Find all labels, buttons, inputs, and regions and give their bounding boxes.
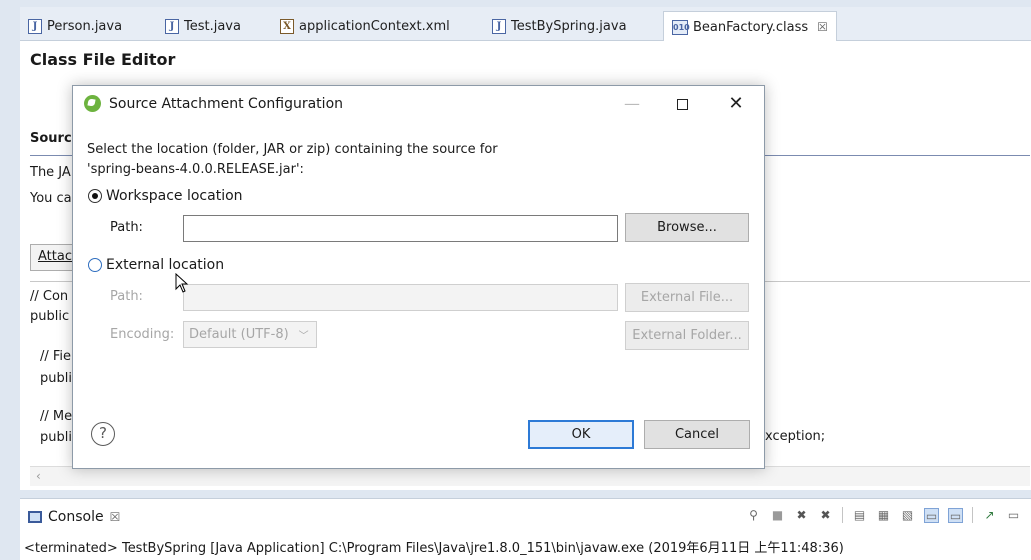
- class-file-icon: 010: [672, 19, 690, 35]
- code-line: // Fie: [40, 349, 72, 364]
- tab-label: BeanFactory.class: [693, 19, 809, 35]
- spring-leaf-icon: [84, 95, 101, 112]
- radio-checked-icon: [88, 189, 102, 203]
- dialog-description-jar: 'spring-beans-4.0.0.RELEASE.jar':: [87, 162, 304, 177]
- editor-info-line: The JA: [30, 165, 71, 180]
- java-file-icon: J: [165, 18, 179, 34]
- console-icon: [28, 511, 42, 523]
- show-on-stderr-icon[interactable]: ▭: [948, 507, 963, 523]
- code-line-tail: xception;: [765, 429, 826, 444]
- external-location-label: External location: [106, 257, 225, 273]
- console-tab-label: Console: [48, 509, 104, 525]
- dialog-title: Source Attachment Configuration: [109, 96, 344, 112]
- code-line: // Con: [30, 289, 69, 304]
- java-file-icon: J: [492, 18, 506, 34]
- console-toolbar: ⚲ ■ ✖ ✖ ▤ ▦ ▧ ▭ ▭ ↗ ▭: [746, 507, 1021, 523]
- encoding-select[interactable]: Default (UTF-8) ﹀: [183, 321, 317, 348]
- tab-label: Test.java: [184, 18, 241, 34]
- tab-label: Person.java: [47, 18, 123, 34]
- external-file-button[interactable]: External File...: [625, 283, 749, 312]
- path-label: Path:: [110, 220, 143, 235]
- code-line: // Me: [40, 409, 73, 424]
- mouse-pointer-icon: [175, 273, 189, 293]
- tab-test-java[interactable]: J Test.java: [165, 11, 241, 41]
- external-location-radio[interactable]: External location: [88, 257, 224, 273]
- dialog-description: Select the location (folder, JAR or zip)…: [87, 142, 498, 157]
- tab-label: TestBySpring.java: [511, 18, 627, 34]
- browse-button[interactable]: Browse...: [625, 213, 749, 242]
- minimize-icon[interactable]: —: [610, 91, 654, 117]
- close-icon[interactable]: ✕: [714, 91, 758, 117]
- tab-person-java[interactable]: J Person.java: [28, 11, 122, 41]
- tab-console[interactable]: Console ☒: [28, 509, 120, 525]
- editor-tab-bar: J Person.java J Test.java X applicationC…: [20, 7, 1031, 42]
- display-selected-console-icon[interactable]: ▭: [1006, 508, 1021, 523]
- chevron-down-icon: ﹀: [298, 331, 309, 342]
- dialog-title-bar: Source Attachment Configuration — ✕: [73, 86, 764, 122]
- console-view: Console ☒ ⚲ ■ ✖ ✖ ▤ ▦ ▧ ▭ ▭ ↗ ▭ <termina…: [20, 498, 1031, 560]
- cancel-button[interactable]: Cancel: [644, 420, 750, 449]
- external-folder-button[interactable]: External Folder...: [625, 321, 749, 350]
- clear-console-icon[interactable]: ▤: [852, 508, 867, 523]
- editor-title: Class File Editor: [30, 50, 176, 69]
- code-line: public: [30, 309, 70, 324]
- code-line: publi: [40, 430, 72, 445]
- remove-all-launches-icon[interactable]: ✖: [818, 508, 833, 523]
- tab-label: applicationContext.xml: [299, 18, 450, 34]
- workspace-path-field[interactable]: [183, 215, 618, 242]
- tab-bean-factory-class[interactable]: 010 BeanFactory.class ☒: [663, 11, 837, 42]
- console-tab-close-icon[interactable]: ☒: [110, 510, 121, 524]
- toolbar-separator: [972, 507, 973, 523]
- horizontal-scrollbar[interactable]: ‹: [30, 466, 1030, 486]
- code-line: publi: [40, 371, 72, 386]
- workspace-location-radio[interactable]: Workspace location: [88, 188, 243, 204]
- help-icon[interactable]: ?: [91, 422, 115, 446]
- editor-info-line: You ca: [30, 191, 72, 206]
- show-on-stdout-icon[interactable]: ▭: [924, 507, 939, 523]
- console-status: <terminated> TestBySpring [Java Applicat…: [24, 541, 844, 556]
- terminate-icon[interactable]: ■: [770, 508, 785, 523]
- xml-file-icon: X: [280, 18, 294, 34]
- external-path-field[interactable]: [183, 284, 618, 311]
- open-console-icon[interactable]: ↗: [982, 508, 997, 523]
- toolbar-separator: [842, 507, 843, 523]
- pin-console-icon[interactable]: ⚲: [746, 508, 761, 523]
- tab-application-context-xml[interactable]: X applicationContext.xml: [280, 11, 450, 41]
- workspace-location-label: Workspace location: [106, 188, 243, 204]
- scroll-lock-icon[interactable]: ▦: [876, 508, 891, 523]
- java-file-icon: J: [28, 18, 42, 34]
- remove-launch-icon[interactable]: ✖: [794, 508, 809, 523]
- encoding-label: Encoding:: [110, 327, 175, 342]
- encoding-value: Default (UTF-8): [189, 327, 289, 342]
- scroll-left-arrow-icon[interactable]: ‹: [36, 469, 41, 483]
- tab-test-by-spring-java[interactable]: J TestBySpring.java: [492, 11, 627, 41]
- radio-unchecked-icon: [88, 258, 102, 272]
- maximize-icon[interactable]: [660, 91, 704, 117]
- external-path-label: Path:: [110, 289, 143, 304]
- word-wrap-icon[interactable]: ▧: [900, 508, 915, 523]
- tab-close-icon[interactable]: ☒: [817, 20, 828, 34]
- source-heading: Sourc: [30, 131, 72, 146]
- ok-button[interactable]: OK: [528, 420, 634, 449]
